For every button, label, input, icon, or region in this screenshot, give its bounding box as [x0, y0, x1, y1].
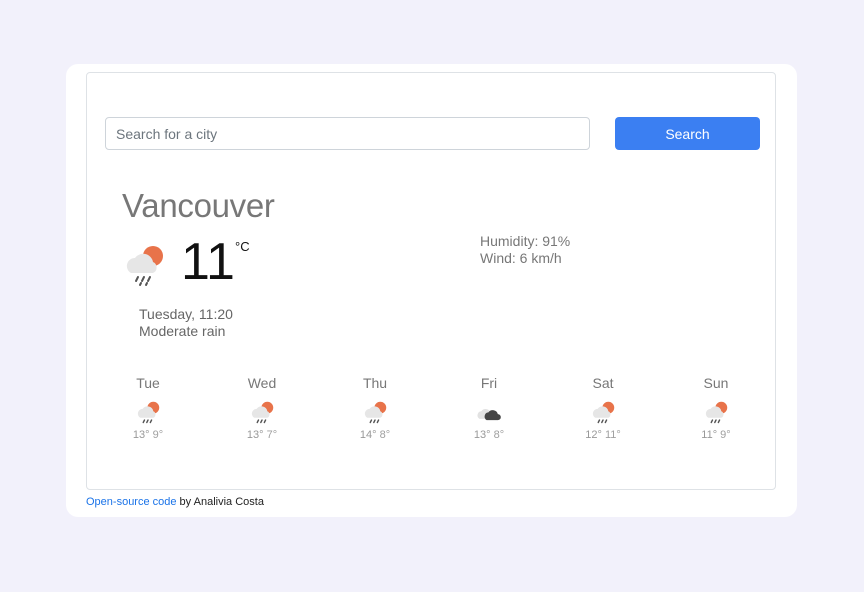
forecast-temps: 13° 8° — [434, 429, 544, 441]
humidity-text: Humidity: 91% — [480, 233, 571, 249]
rain-sun-icon — [137, 401, 160, 424]
forecast-day-name: Sun — [703, 375, 729, 391]
forecast-max-temp: 14° — [359, 429, 377, 441]
forecast-max-temp: 11° — [701, 429, 718, 441]
current-conditions: Tuesday, 11:20 Moderate rain — [139, 306, 233, 340]
forecast-min-temp: 9° — [720, 429, 731, 441]
forecast-day-name: Sat — [592, 375, 614, 391]
forecast-min-temp: 8° — [493, 429, 505, 441]
weather-description: Moderate rain — [139, 323, 226, 339]
weather-app-card: Search Vancouver 11 °C Humidity: 91% Win… — [66, 64, 797, 517]
forecast-temps: 11° 9° — [661, 429, 771, 441]
forecast-min-temp: 9° — [152, 429, 164, 441]
forecast-day: Sun 11° 9° — [661, 375, 771, 441]
rain-sun-icon — [251, 401, 274, 424]
forecast-temps: 13° 9° — [93, 429, 203, 441]
daily-forecast: Tue 13° 9° Wed 13° 7° Thu 14° 8° Fri 13°… — [93, 375, 773, 455]
forecast-day-name: Fri — [480, 375, 498, 391]
forecast-max-temp: 13° — [246, 429, 264, 441]
forecast-day-name: Thu — [362, 375, 388, 391]
current-temperature: 11 — [181, 233, 235, 291]
forecast-max-temp: 13° — [473, 429, 491, 441]
author-credit: by Analivia Costa — [176, 496, 264, 508]
search-button[interactable]: Search — [615, 117, 760, 150]
forecast-temps: 14° 8° — [320, 429, 430, 441]
rain-sun-icon — [705, 401, 728, 424]
forecast-day-name: Tue — [136, 375, 160, 391]
forecast-temps: 12° 11° — [548, 429, 658, 441]
forecast-max-temp: 13° — [132, 429, 150, 441]
cloudy-icon — [477, 409, 501, 421]
rain-sun-icon — [364, 401, 387, 424]
forecast-day: Tue 13° 9° — [93, 375, 203, 441]
forecast-temps: 13° 7° — [207, 429, 317, 441]
temperature-unit: °C — [235, 239, 250, 254]
forecast-min-temp: 7° — [266, 429, 278, 441]
forecast-max-temp: 12° — [585, 429, 602, 441]
weather-details: Humidity: 91% Wind: 6 km/h — [480, 233, 570, 267]
forecast-day-name: Wed — [247, 375, 277, 391]
forecast-day: Wed 13° 7° — [207, 375, 317, 441]
forecast-day: Fri 13° 8° — [434, 375, 544, 441]
rain-sun-icon — [126, 246, 163, 286]
rain-sun-icon — [592, 401, 615, 424]
forecast-day: Sat 12° 11° — [548, 375, 658, 441]
open-source-link[interactable]: Open-source code — [86, 496, 177, 508]
city-name: Vancouver — [122, 187, 275, 224]
search-form: Search — [105, 117, 760, 150]
wind-text: Wind: 6 km/h — [480, 250, 562, 266]
weather-container: Search Vancouver 11 °C Humidity: 91% Win… — [86, 72, 776, 490]
forecast-day: Thu 14° 8° — [320, 375, 430, 441]
forecast-min-temp: 11° — [604, 429, 621, 441]
footer-credit: Open-source code by Analivia Costa — [86, 496, 264, 508]
date-time-text: Tuesday, 11:20 — [139, 306, 233, 322]
city-search-input[interactable] — [105, 117, 590, 150]
forecast-min-temp: 8° — [379, 429, 391, 441]
